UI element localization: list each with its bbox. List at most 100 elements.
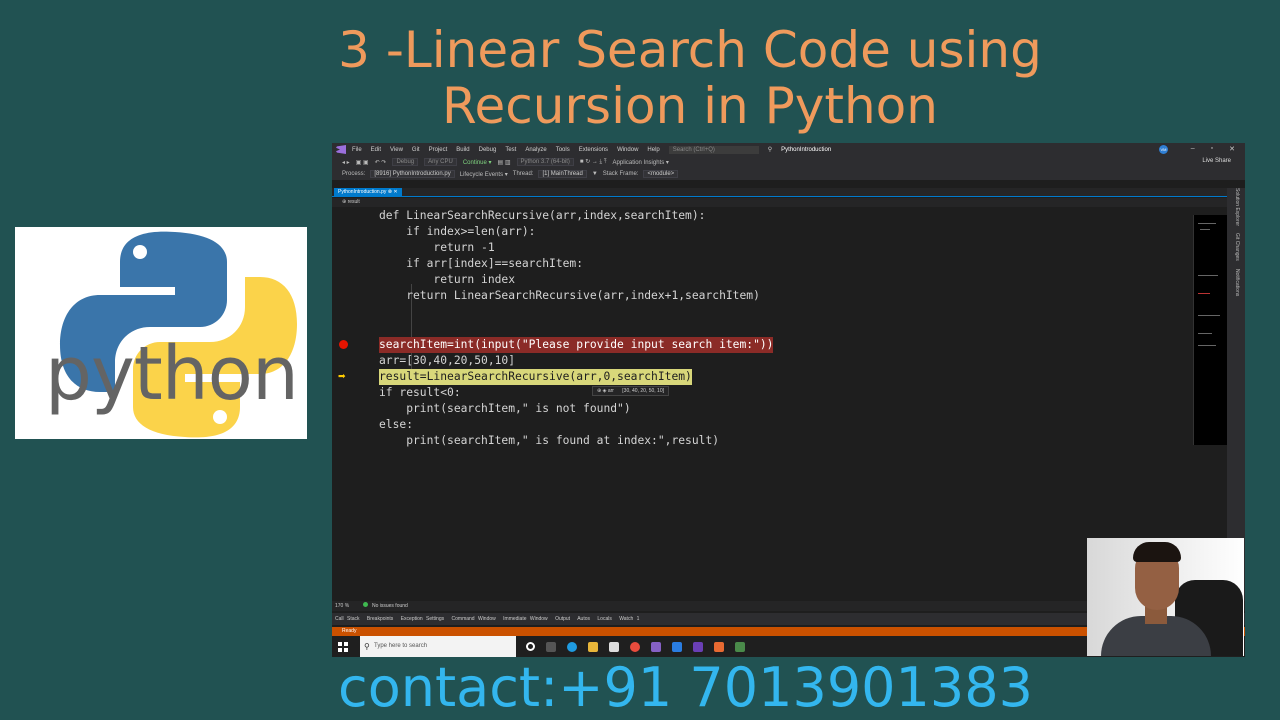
menu-file[interactable]: File: [352, 147, 362, 153]
visual-studio-icon: [336, 145, 346, 154]
tab-call-stack[interactable]: Call Stack: [335, 616, 360, 622]
code-line-10[interactable]: arr=[30,40,20,50,10]: [379, 353, 515, 369]
minimap[interactable]: [1193, 215, 1227, 445]
chrome-icon[interactable]: [630, 641, 640, 652]
cortana-icon[interactable]: [526, 642, 535, 651]
close-icon[interactable]: ✕: [1229, 145, 1235, 153]
tab-locals[interactable]: Locals: [597, 616, 611, 622]
contact-info: contact:+91 7013901383: [338, 656, 1033, 719]
title-line-1: 3 -Linear Search Code using: [338, 21, 1042, 79]
search-icon[interactable]: ⚲: [768, 146, 772, 153]
code-line-14[interactable]: else:: [379, 417, 413, 433]
current-statement-arrow-icon: ➡: [338, 371, 346, 381]
hot-reload-icon[interactable]: ▤ ▥: [498, 159, 511, 166]
code-line-6[interactable]: return LinearSearchRecursive(arr,index+1…: [379, 288, 760, 304]
menu-window[interactable]: Window: [617, 147, 638, 153]
ide-search-input[interactable]: Search (Ctrl+Q): [668, 145, 759, 154]
visual-studio-taskbar-icon[interactable]: [651, 641, 661, 652]
code-line-3[interactable]: return -1: [379, 240, 494, 256]
menu-bar: File Edit View Git Project Build Debug T…: [332, 143, 1245, 156]
navigation-bar[interactable]: ⊕ result: [332, 198, 1227, 207]
debug-toolbar: ◂ ▸ ▣ ▣ ↶ ↷ Debug Any CPU Continue ▾ ▤ ▥…: [332, 156, 1245, 168]
tab-output[interactable]: Output: [555, 616, 570, 622]
live-share-button[interactable]: Live Share: [1202, 158, 1231, 164]
task-view-icon[interactable]: [546, 641, 556, 652]
side-tool-tabs: Solution Explorer Git Changes Notificati…: [1230, 188, 1240, 302]
notifications-tab[interactable]: Notifications: [1234, 269, 1240, 296]
lifecycle-events[interactable]: Lifecycle Events ▾: [460, 171, 508, 178]
filter-icon[interactable]: ▼: [592, 171, 598, 177]
tab-autos[interactable]: Autos: [577, 616, 590, 622]
undo-icon[interactable]: ↶ ↷: [375, 159, 387, 166]
issues-status[interactable]: No issues found: [372, 603, 408, 609]
thread-select[interactable]: [1] MainThread: [538, 170, 587, 178]
tab-immediate-window[interactable]: Immediate Window: [503, 616, 548, 622]
save-icon[interactable]: ▣ ▣: [356, 159, 369, 166]
menu-tools[interactable]: Tools: [556, 147, 570, 153]
app-icon[interactable]: [735, 641, 745, 652]
code-line-15[interactable]: print(searchItem," is found at index:",r…: [379, 433, 719, 449]
webcam-overlay: [1087, 538, 1244, 656]
stack-frame-select[interactable]: <module>: [643, 170, 679, 178]
config-select[interactable]: Debug: [392, 158, 419, 166]
tab-python-introduction[interactable]: PythonIntroduction.py ⊗ ✕: [334, 188, 402, 197]
process-select[interactable]: [8916] PythonIntroduction.py: [370, 170, 455, 178]
code-line-4[interactable]: if arr[index]==searchItem:: [379, 256, 583, 272]
continue-button[interactable]: Continue ▾: [463, 159, 492, 166]
zoom-level[interactable]: 170 %: [335, 603, 349, 609]
tab-exception-settings[interactable]: Exception Settings: [401, 616, 444, 622]
application-insights[interactable]: Application Insights ▾: [613, 159, 669, 166]
menu-project[interactable]: Project: [429, 147, 448, 153]
maximize-icon[interactable]: ▫: [1211, 145, 1213, 153]
menu-build[interactable]: Build: [456, 147, 469, 153]
stack-frame-label: Stack Frame:: [602, 171, 639, 177]
paint-icon[interactable]: [714, 641, 724, 652]
code-line-5[interactable]: return index: [379, 272, 515, 288]
git-changes-tab[interactable]: Git Changes: [1234, 233, 1240, 261]
code-line-12[interactable]: if result<0:: [379, 385, 461, 401]
file-explorer-icon[interactable]: [588, 641, 598, 652]
menu-view[interactable]: View: [390, 147, 403, 153]
project-name: PythonIntroduction: [781, 146, 832, 153]
menu-edit[interactable]: Edit: [371, 147, 381, 153]
code-line-13[interactable]: print(searchItem," is not found"): [379, 401, 630, 417]
menu-debug[interactable]: Debug: [479, 147, 497, 153]
platform-select[interactable]: Any CPU: [424, 158, 457, 166]
debug-location-bar: Process: [8916] PythonIntroduction.py Li…: [332, 168, 1245, 180]
stop-icon[interactable]: ■ ↻ → ⤓ ⤒: [580, 158, 607, 166]
edge-icon[interactable]: [567, 641, 577, 652]
environment-select[interactable]: Python 3.7 (64-bit): [516, 158, 574, 166]
nav-back-icon[interactable]: ◂ ▸: [342, 159, 350, 166]
solution-explorer-tab[interactable]: Solution Explorer: [1234, 188, 1240, 226]
menu-help[interactable]: Help: [647, 147, 659, 153]
minimize-icon[interactable]: –: [1191, 145, 1195, 153]
datatip[interactable]: ⊕ ◈ arr [30, 40, 20, 50, 10]: [592, 386, 669, 396]
store-icon[interactable]: [609, 641, 619, 652]
visual-studio-2-icon[interactable]: [693, 641, 703, 652]
code-line-breakpoint[interactable]: searchItem=int(input("Please provide inp…: [379, 337, 774, 353]
code-line-2[interactable]: if index>=len(arr):: [379, 224, 535, 240]
menu-git[interactable]: Git: [412, 147, 420, 153]
avatar[interactable]: VM: [1159, 145, 1168, 154]
code-line-current[interactable]: result=LinearSearchRecursive(arr,0,searc…: [379, 369, 692, 385]
breakpoint-icon[interactable]: [339, 340, 348, 349]
windows-start-icon[interactable]: [338, 641, 348, 652]
python-logo: python: [15, 227, 307, 439]
taskbar-search-input[interactable]: Type here to search: [360, 636, 516, 657]
code-editor[interactable]: def LinearSearchRecursive(arr,index,sear…: [368, 207, 1191, 601]
menu-analyze[interactable]: Analyze: [525, 147, 546, 153]
tab-breakpoints[interactable]: Breakpoints: [367, 616, 393, 622]
menu-extensions[interactable]: Extensions: [579, 147, 608, 153]
code-line-1[interactable]: def LinearSearchRecursive(arr,index,sear…: [379, 208, 705, 224]
menu-test[interactable]: Test: [505, 147, 516, 153]
tab-watch-1[interactable]: Watch 1: [619, 616, 639, 622]
tab-command-window[interactable]: Command Window: [452, 616, 496, 622]
datatip-name: arr: [607, 388, 614, 394]
python-logo-text: python: [45, 331, 299, 417]
editor-gutter[interactable]: ➡: [332, 207, 368, 601]
datatip-pin-icon[interactable]: ⊕ ◈: [597, 388, 606, 394]
process-label: Process:: [342, 171, 366, 177]
vscode-icon[interactable]: [672, 641, 682, 652]
check-icon: [362, 602, 368, 607]
thread-label: Thread:: [512, 171, 534, 177]
